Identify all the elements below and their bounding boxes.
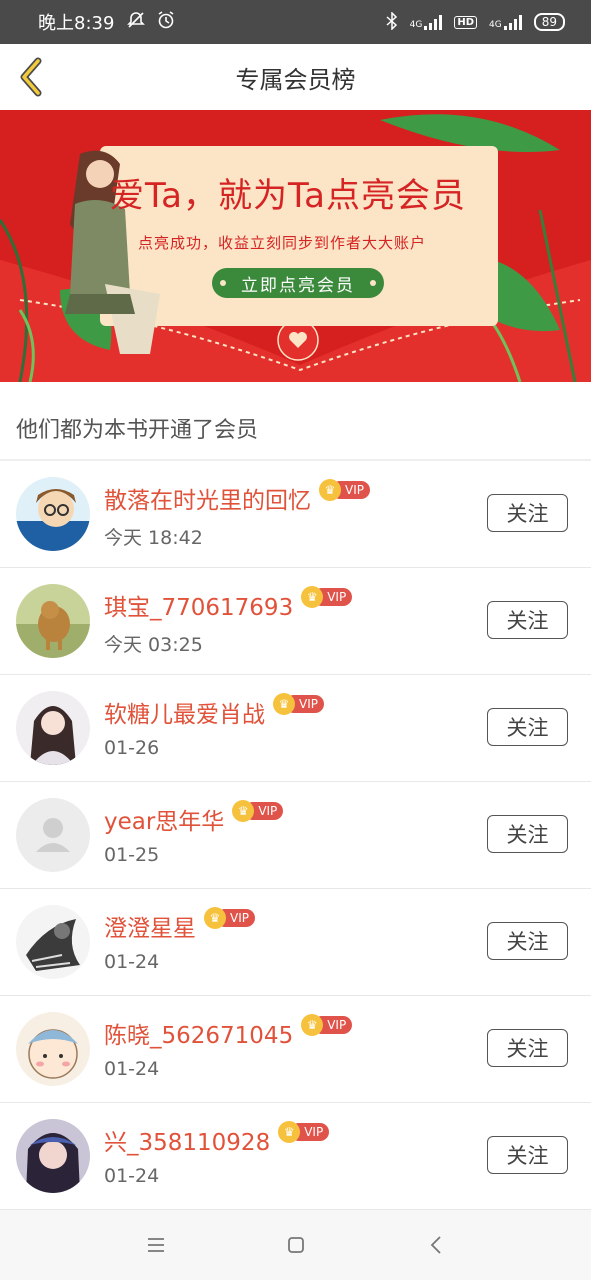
member-row[interactable]: 琪宝_770617693 ♛ VIP 今天 03:25 关注 xyxy=(0,568,591,675)
member-name-text: 散落在时光里的回忆 xyxy=(104,488,311,514)
status-time: 晚上8:39 xyxy=(38,13,115,34)
system-nav-bar xyxy=(0,1210,591,1280)
vip-badge: ♛ VIP xyxy=(301,1014,353,1036)
member-row[interactable]: 散落在时光里的回忆 ♛ VIP 今天 18:42 关注 xyxy=(0,461,591,568)
banner-headline: 爱Ta，就为Ta点亮会员 xyxy=(110,176,466,216)
follow-button[interactable]: 关注 xyxy=(487,815,568,853)
crown-icon: ♛ xyxy=(273,693,295,715)
member-time: 01-24 xyxy=(104,951,160,973)
banner-subtitle: 点亮成功，收益立刻同步到作者大大账户 xyxy=(138,234,427,252)
avatar[interactable] xyxy=(16,477,90,551)
member-time: 01-24 xyxy=(104,1058,160,1080)
member-name[interactable]: year思年华 ♛ VIP xyxy=(104,800,284,836)
signal-icon xyxy=(503,14,522,30)
member-time: 01-25 xyxy=(104,844,160,866)
follow-button[interactable]: 关注 xyxy=(487,601,568,639)
page-title: 专属会员榜 xyxy=(235,65,356,94)
avatar[interactable] xyxy=(16,798,90,872)
member-row[interactable]: 软糖儿最爱肖战 ♛ VIP 01-26 关注 xyxy=(0,675,591,782)
light-up-member-button[interactable]: 立即点亮会员 xyxy=(212,268,384,298)
avatar[interactable] xyxy=(16,905,90,979)
vip-badge: ♛ VIP xyxy=(204,907,255,929)
signal-icon xyxy=(424,14,443,30)
member-name-text: 兴_358110928 xyxy=(104,1130,271,1156)
member-name[interactable]: 兴_358110928 ♛ VIP xyxy=(104,1121,330,1157)
crown-icon: ♛ xyxy=(204,907,226,929)
network-label-2: 4G xyxy=(489,20,502,30)
follow-button[interactable]: 关注 xyxy=(487,1136,568,1174)
member-name-text: 陈晓_562671045 xyxy=(104,1023,294,1049)
member-name[interactable]: 散落在时光里的回忆 ♛ VIP xyxy=(104,479,370,515)
battery-level: 89 xyxy=(541,15,557,29)
member-name-text: 软糖儿最爱肖战 xyxy=(104,702,265,728)
mute-icon xyxy=(126,10,146,35)
bluetooth-icon xyxy=(386,10,398,33)
vip-badge: ♛ VIP xyxy=(301,586,353,608)
chevron-left-icon xyxy=(20,57,42,97)
network-label-1: 4G xyxy=(409,20,423,30)
member-row[interactable]: 澄澄星星 ♛ VIP 01-24 关注 xyxy=(0,889,591,996)
home-square-icon xyxy=(287,1237,304,1253)
member-name-text: year思年华 xyxy=(104,809,225,835)
vip-badge: ♛ VIP xyxy=(273,693,324,715)
member-name-text: 琪宝_770617693 xyxy=(104,595,294,621)
member-name[interactable]: 琪宝_770617693 ♛ VIP xyxy=(104,586,353,622)
member-time: 今天 03:25 xyxy=(104,634,203,656)
back-arrow-icon xyxy=(430,1236,441,1254)
avatar[interactable] xyxy=(16,1119,90,1193)
menu-icon xyxy=(147,1238,164,1252)
nav-back-button[interactable] xyxy=(416,1225,456,1265)
member-time: 今天 18:42 xyxy=(104,527,203,549)
follow-button[interactable]: 关注 xyxy=(487,922,568,960)
section-title: 他们都为本书开通了会员 xyxy=(16,418,259,443)
promo-banner[interactable]: 爱Ta，就为Ta点亮会员 点亮成功，收益立刻同步到作者大大账户 立即点亮会员 xyxy=(0,110,591,382)
member-row[interactable]: year思年华 ♛ VIP 01-25 关注 xyxy=(0,782,591,889)
app-header: 专属会员榜 xyxy=(0,44,591,110)
menu-button[interactable] xyxy=(136,1225,176,1265)
member-row[interactable]: 兴_358110928 ♛ VIP 01-24 关注 xyxy=(0,1103,591,1210)
follow-button[interactable]: 关注 xyxy=(487,1029,568,1067)
home-button[interactable] xyxy=(276,1225,316,1265)
member-name-text: 澄澄星星 xyxy=(104,916,196,942)
member-time: 01-26 xyxy=(104,737,160,759)
member-name[interactable]: 软糖儿最爱肖战 ♛ VIP xyxy=(104,693,324,729)
status-bar: 晚上8:39 4G HD 4G 89 xyxy=(0,0,591,44)
member-name[interactable]: 陈晓_562671045 ♛ VIP xyxy=(104,1014,353,1050)
crown-icon: ♛ xyxy=(319,479,341,501)
vip-badge: ♛ VIP xyxy=(278,1121,330,1143)
avatar[interactable] xyxy=(16,584,90,658)
avatar[interactable] xyxy=(16,691,90,765)
member-name[interactable]: 澄澄星星 ♛ VIP xyxy=(104,907,255,943)
member-time: 01-24 xyxy=(104,1165,160,1187)
vip-badge: ♛ VIP xyxy=(232,800,284,822)
follow-button[interactable]: 关注 xyxy=(487,708,568,746)
vip-badge: ♛ VIP xyxy=(319,479,370,501)
member-list: 散落在时光里的回忆 ♛ VIP 今天 18:42 关注 琪宝_770617693 … xyxy=(0,461,591,1210)
battery-icon: 89 xyxy=(533,13,565,31)
hd-badge: HD xyxy=(454,15,478,29)
member-row[interactable]: 陈晓_562671045 ♛ VIP 01-24 关注 xyxy=(0,996,591,1103)
follow-button[interactable]: 关注 xyxy=(487,494,568,532)
avatar[interactable] xyxy=(16,1012,90,1086)
back-button[interactable] xyxy=(8,52,54,102)
alarm-icon xyxy=(156,10,176,35)
